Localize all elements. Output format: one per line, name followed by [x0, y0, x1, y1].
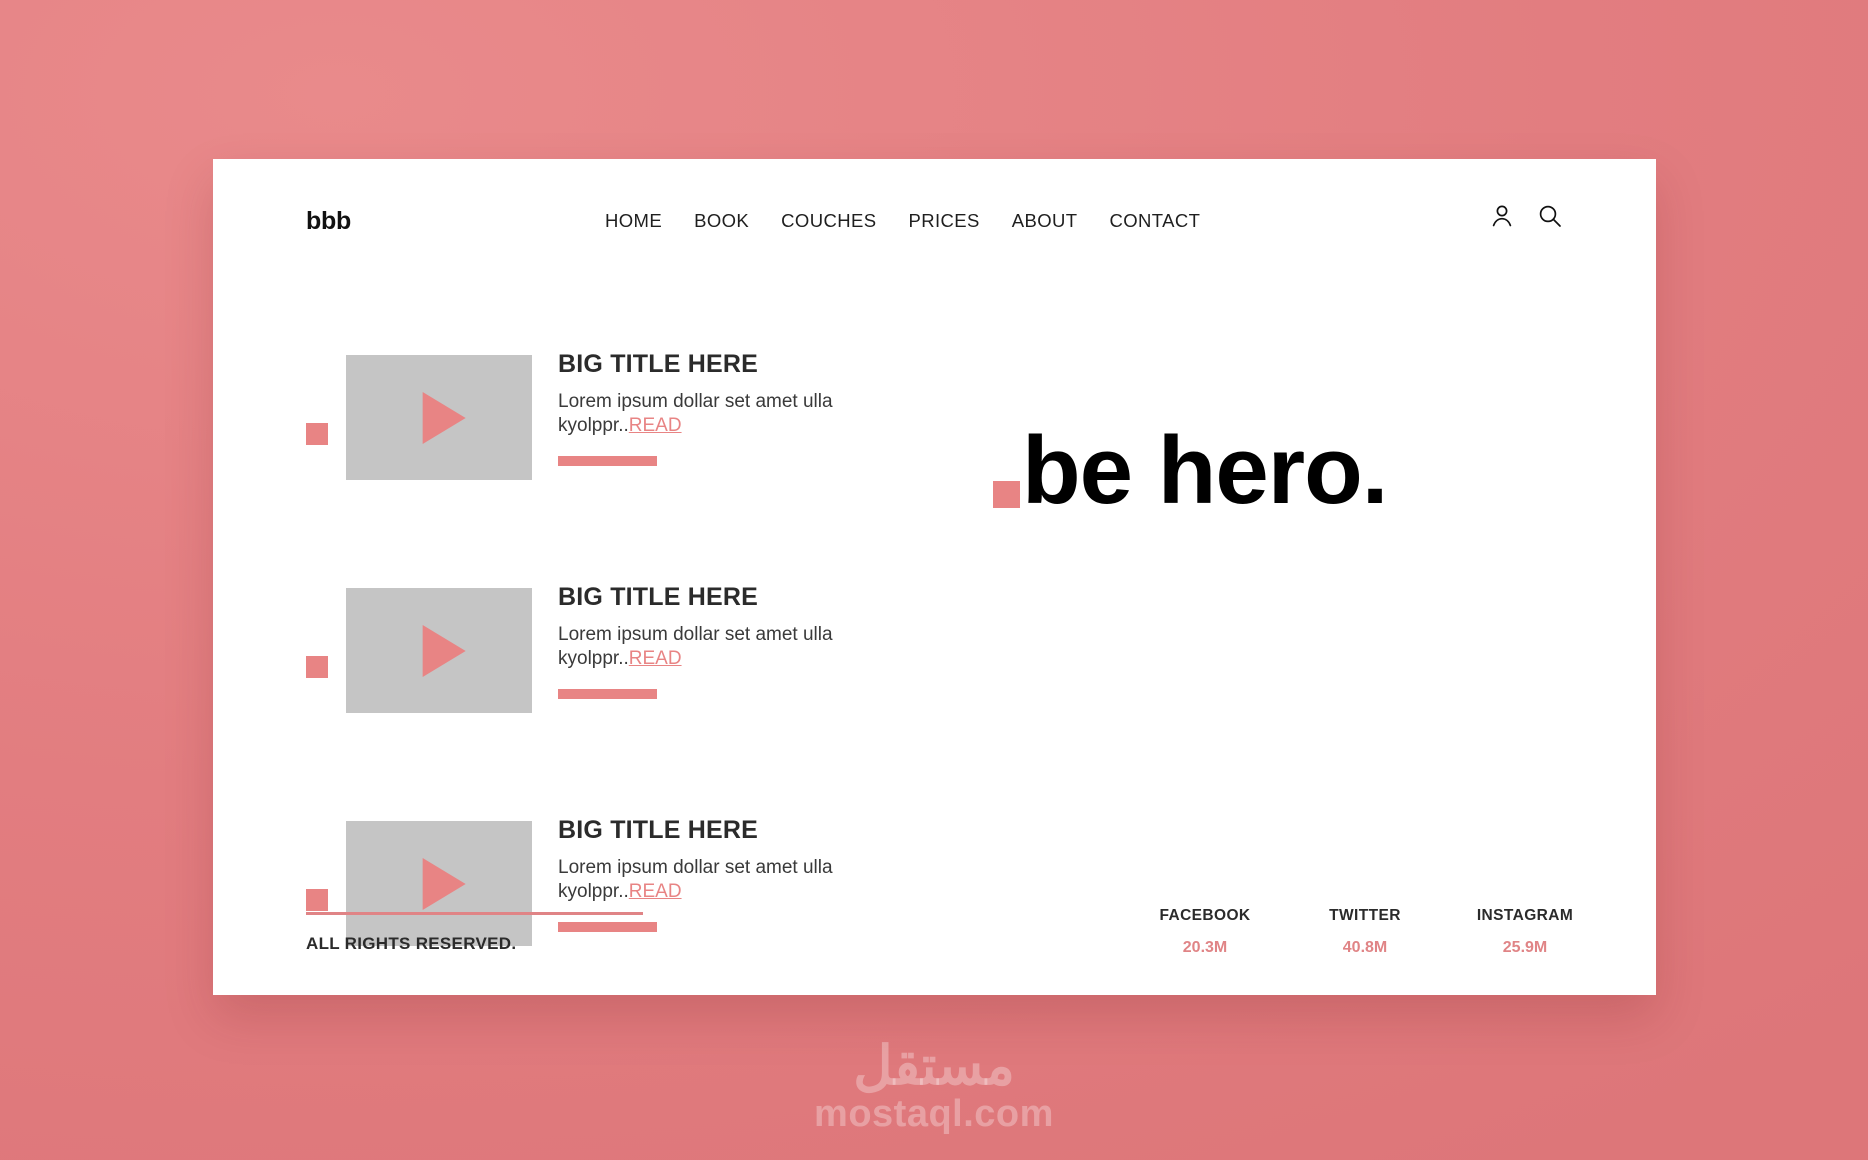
- nav-icons: [1489, 203, 1563, 229]
- video-card-description-text: Lorem ipsum dollar set amet ulla kyolppr…: [558, 623, 833, 669]
- hero-section: be hero.: [993, 417, 1388, 524]
- accent-bar: [558, 922, 657, 933]
- video-thumbnail[interactable]: [346, 355, 532, 480]
- play-icon[interactable]: [422, 391, 466, 444]
- video-thumbnail[interactable]: [346, 821, 532, 946]
- video-card[interactable]: BIG TITLE HERE Lorem ipsum dollar set am…: [213, 583, 933, 772]
- nav-item-book[interactable]: BOOK: [694, 210, 749, 232]
- top-navigation: bbb HOME BOOK COUCHES PRICES ABOUT CONTA…: [213, 159, 1656, 271]
- nav-item-couches[interactable]: COUCHES: [781, 210, 876, 232]
- social-name: TWITTER: [1329, 907, 1401, 924]
- watermark-arabic: مستقل: [853, 1035, 1015, 1096]
- read-more-link[interactable]: READ: [629, 881, 682, 902]
- watermark: مستقل mostaql.com: [0, 1035, 1868, 1136]
- social-stat-twitter[interactable]: TWITTER 40.8M: [1316, 907, 1414, 957]
- video-card-description: Lorem ipsum dollar set amet ulla kyolppr…: [558, 623, 858, 672]
- hero-square-dot-icon: [993, 481, 1020, 509]
- social-count: 25.9M: [1502, 939, 1548, 956]
- video-card[interactable]: BIG TITLE HERE Lorem ipsum dollar set am…: [213, 350, 933, 539]
- social-count: 20.3M: [1182, 939, 1228, 956]
- play-icon[interactable]: [422, 624, 466, 677]
- video-card-title: BIG TITLE HERE: [558, 583, 759, 611]
- search-icon[interactable]: [1537, 203, 1563, 229]
- nav-menu: HOME BOOK COUCHES PRICES ABOUT CONTACT: [605, 210, 1200, 232]
- accent-bar: [558, 456, 657, 467]
- read-more-link[interactable]: READ: [629, 648, 682, 669]
- social-stat-facebook[interactable]: FACEBOOK 20.3M: [1156, 907, 1254, 957]
- video-card-text: BIG TITLE HERE Lorem ipsum dollar set am…: [558, 583, 858, 700]
- social-name: INSTAGRAM: [1476, 907, 1574, 924]
- play-icon[interactable]: [422, 857, 466, 910]
- website-mockup-card: bbb HOME BOOK COUCHES PRICES ABOUT CONTA…: [213, 159, 1656, 995]
- hero-headline: be hero.: [1022, 417, 1388, 524]
- card-marker-square: [306, 656, 328, 678]
- video-card-title: BIG TITLE HERE: [558, 350, 759, 378]
- video-card-text: BIG TITLE HERE Lorem ipsum dollar set am…: [558, 350, 858, 467]
- nav-item-about[interactable]: ABOUT: [1012, 210, 1078, 232]
- card-marker-square: [306, 889, 328, 911]
- footer-divider: [306, 912, 643, 915]
- video-card-title: BIG TITLE HERE: [558, 816, 759, 844]
- nav-item-contact[interactable]: CONTACT: [1110, 210, 1201, 232]
- video-card-description-text: Lorem ipsum dollar set amet ulla kyolppr…: [558, 856, 833, 902]
- site-logo[interactable]: bbb: [306, 207, 351, 236]
- user-icon[interactable]: [1489, 203, 1515, 229]
- read-more-link[interactable]: READ: [629, 415, 682, 436]
- footer-social-stats: FACEBOOK 20.3M TWITTER 40.8M INSTAGRAM 2…: [1156, 907, 1574, 957]
- video-card-description-text: Lorem ipsum dollar set amet ulla kyolppr…: [558, 390, 833, 436]
- social-count: 40.8M: [1342, 939, 1388, 956]
- nav-item-prices[interactable]: PRICES: [908, 210, 979, 232]
- accent-bar: [558, 689, 657, 700]
- card-marker-square: [306, 423, 328, 445]
- footer-copyright: ALL RIGHTS RESERVED.: [306, 934, 517, 953]
- social-name: FACEBOOK: [1159, 907, 1251, 924]
- video-thumbnail[interactable]: [346, 588, 532, 713]
- watermark-latin: mostaql.com: [814, 1093, 1054, 1136]
- nav-item-home[interactable]: HOME: [605, 210, 662, 232]
- video-card-description: Lorem ipsum dollar set amet ulla kyolppr…: [558, 856, 858, 905]
- social-stat-instagram[interactable]: INSTAGRAM 25.9M: [1476, 907, 1574, 957]
- video-card-description: Lorem ipsum dollar set amet ulla kyolppr…: [558, 390, 858, 439]
